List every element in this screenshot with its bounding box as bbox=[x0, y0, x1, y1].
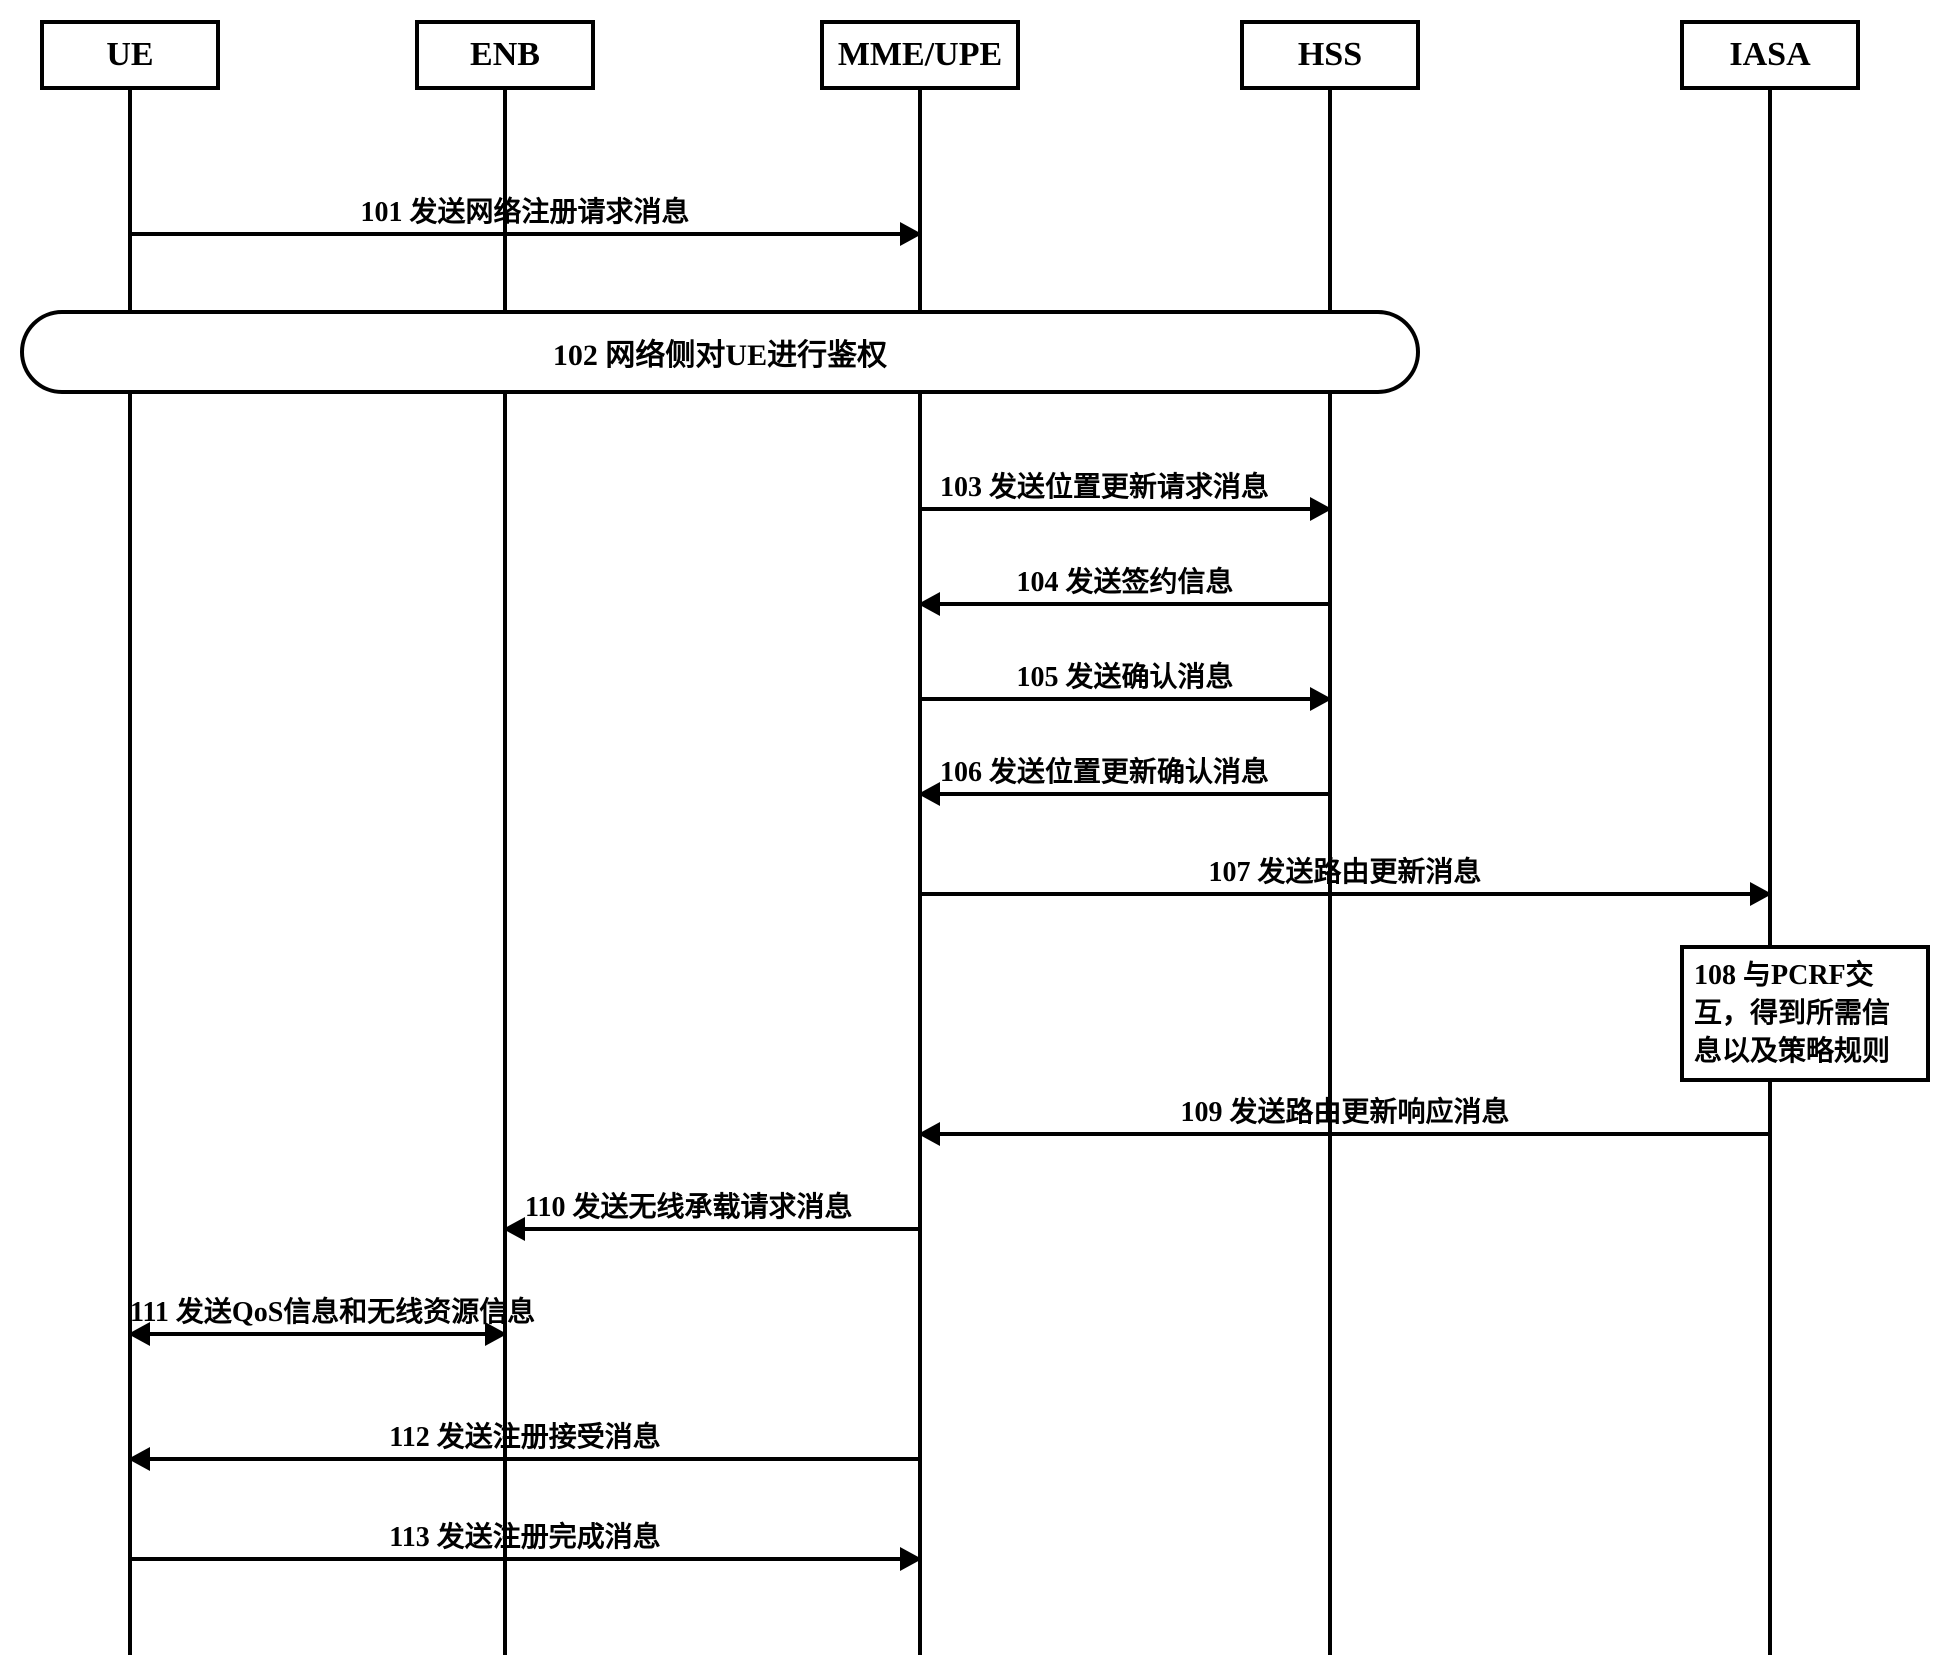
arrow-left-icon bbox=[920, 602, 1330, 606]
message-106: 106 发送位置更新确认消息 bbox=[920, 750, 1330, 796]
arrow-left-icon bbox=[505, 1227, 920, 1231]
message-label: 107 发送路由更新消息 bbox=[920, 850, 1770, 890]
message-label: 113 发送注册完成消息 bbox=[130, 1515, 920, 1555]
message-105: 105 发送确认消息 bbox=[920, 655, 1330, 701]
fragment-label: 102 网络侧对UE进行鉴权 bbox=[553, 330, 887, 374]
participant-enb: ENB bbox=[415, 20, 595, 90]
arrow-left-icon bbox=[920, 792, 1330, 796]
message-label: 106 发送位置更新确认消息 bbox=[920, 750, 1330, 790]
message-label: 105 发送确认消息 bbox=[920, 655, 1330, 695]
message-109: 109 发送路由更新响应消息 bbox=[920, 1090, 1770, 1136]
message-label: 111 发送QoS信息和无线资源信息 bbox=[130, 1290, 505, 1330]
message-label: 109 发送路由更新响应消息 bbox=[920, 1090, 1770, 1130]
message-label: 110 发送无线承载请求消息 bbox=[505, 1185, 920, 1225]
arrow-right-icon bbox=[920, 507, 1330, 511]
participant-iasa: IASA bbox=[1680, 20, 1860, 90]
message-label: 101 发送网络注册请求消息 bbox=[130, 190, 920, 230]
message-104: 104 发送签约信息 bbox=[920, 560, 1330, 606]
participant-label: MME/UPE bbox=[838, 36, 1002, 74]
participant-ue: UE bbox=[40, 20, 220, 90]
note-108: 108 与PCRF交互，得到所需信息以及策略规则 bbox=[1680, 945, 1930, 1082]
participant-label: ENB bbox=[470, 36, 540, 74]
arrow-left-icon bbox=[130, 1457, 920, 1461]
arrow-right-icon bbox=[130, 1557, 920, 1561]
arrow-bidirectional-icon bbox=[130, 1332, 505, 1336]
message-107: 107 发送路由更新消息 bbox=[920, 850, 1770, 896]
participant-label: HSS bbox=[1298, 36, 1362, 74]
arrow-right-icon bbox=[920, 697, 1330, 701]
arrow-left-icon bbox=[920, 1132, 1770, 1136]
participant-label: IASA bbox=[1729, 36, 1810, 74]
combined-fragment-102: 102 网络侧对UE进行鉴权 bbox=[20, 310, 1420, 394]
message-101: 101 发送网络注册请求消息 bbox=[130, 190, 920, 236]
message-112: 112 发送注册接受消息 bbox=[130, 1415, 920, 1461]
note-text: 108 与PCRF交互，得到所需信息以及策略规则 bbox=[1694, 960, 1890, 1067]
message-label: 103 发送位置更新请求消息 bbox=[920, 465, 1330, 505]
participant-label: UE bbox=[106, 36, 153, 74]
arrow-right-icon bbox=[130, 232, 920, 236]
participant-mme: MME/UPE bbox=[820, 20, 1020, 90]
participant-hss: HSS bbox=[1240, 20, 1420, 90]
message-label: 104 发送签约信息 bbox=[920, 560, 1330, 600]
message-103: 103 发送位置更新请求消息 bbox=[920, 465, 1330, 511]
message-111: 111 发送QoS信息和无线资源信息 bbox=[130, 1290, 505, 1336]
arrow-right-icon bbox=[920, 892, 1770, 896]
message-110: 110 发送无线承载请求消息 bbox=[505, 1185, 920, 1231]
message-label: 112 发送注册接受消息 bbox=[130, 1415, 920, 1455]
message-113: 113 发送注册完成消息 bbox=[130, 1515, 920, 1561]
